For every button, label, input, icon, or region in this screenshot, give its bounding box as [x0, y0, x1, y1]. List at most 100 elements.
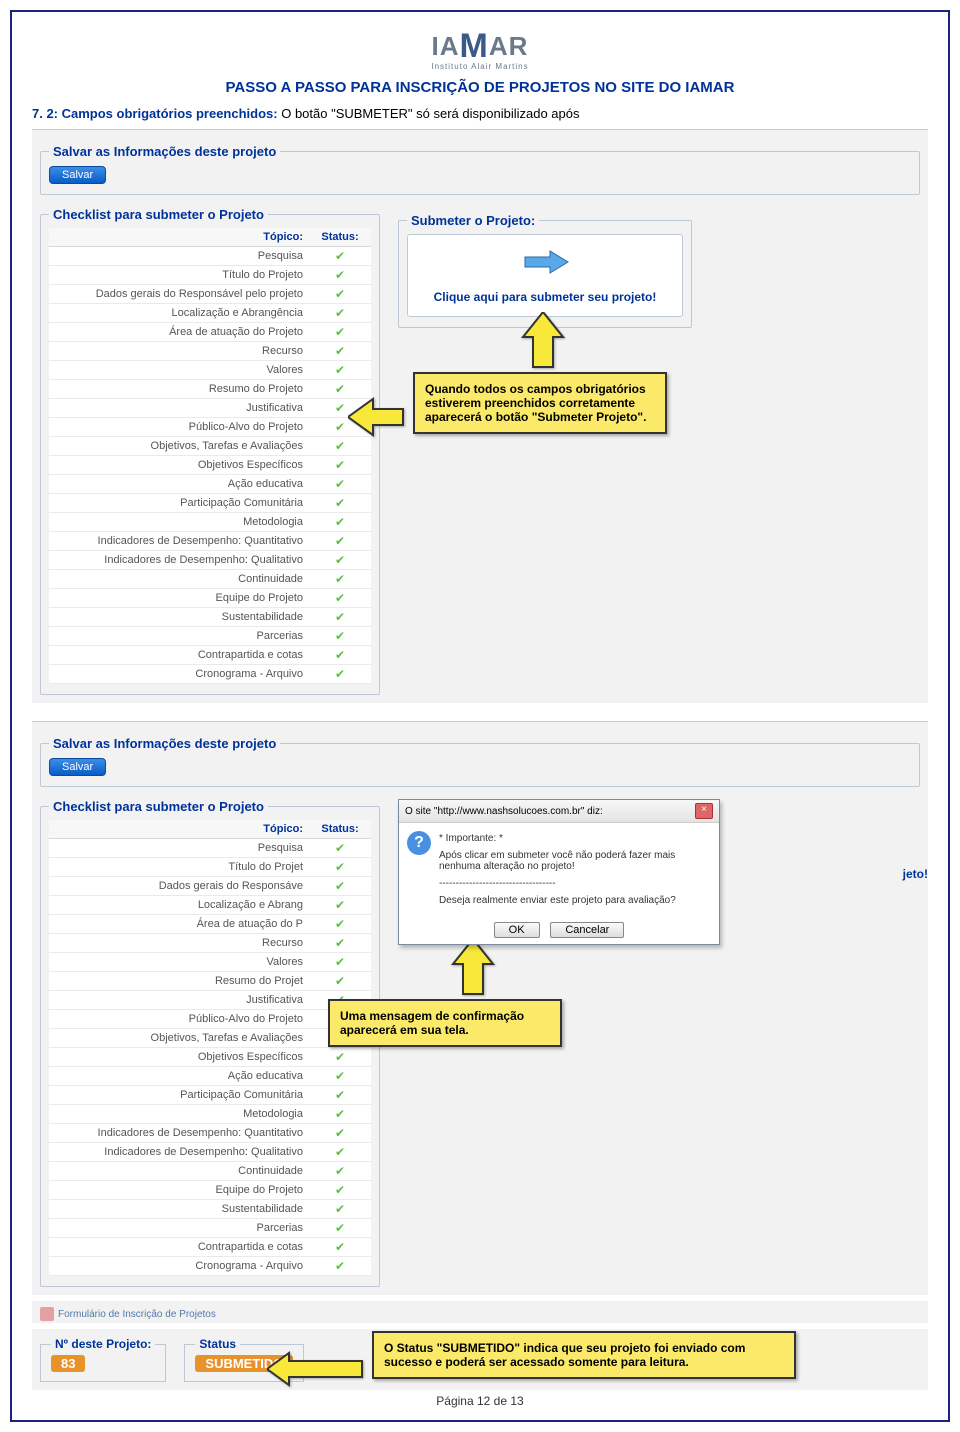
checklist-status-cell	[309, 304, 371, 323]
form-link[interactable]: Formulário de Inscrição de Projetos	[40, 1307, 920, 1321]
checklist-status-cell	[309, 915, 371, 934]
checklist-status-cell	[309, 475, 371, 494]
screenshot-2: Salvar as Informações deste projeto Salv…	[32, 721, 928, 1295]
dialog-close-button[interactable]: ×	[695, 803, 713, 819]
checklist-topic-cell: Objetivos, Tarefas e Avaliações	[49, 437, 309, 456]
check-icon	[335, 1242, 345, 1254]
checklist-topic-cell: Área de atuação do P	[49, 915, 309, 934]
callout-submeter: Quando todos os campos obrigatórios esti…	[413, 372, 667, 434]
checklist-topic-cell: Sustentabilidade	[49, 1200, 309, 1219]
check-icon	[335, 938, 345, 950]
checklist-topic-cell: Público-Alvo do Projeto	[49, 1010, 309, 1029]
table-row: Dados gerais do Responsáve	[49, 877, 371, 896]
page-frame: IAMAR Instituto Alair Martins PASSO A PA…	[10, 10, 950, 1422]
check-icon	[335, 1147, 345, 1159]
checklist-topic-cell: Resumo do Projeto	[49, 380, 309, 399]
check-icon	[335, 365, 345, 377]
check-icon	[335, 517, 345, 529]
check-icon	[335, 574, 345, 586]
check-icon	[335, 308, 345, 320]
check-icon	[335, 403, 345, 415]
table-row: Justificativa	[49, 399, 371, 418]
check-icon	[335, 976, 345, 988]
checklist-status-cell	[309, 285, 371, 304]
checklist-topic-cell: Título do Projet	[49, 858, 309, 877]
checklist-status-cell	[309, 1105, 371, 1124]
logo-text: IAMAR	[432, 27, 529, 66]
checklist-topic-cell: Continuidade	[49, 570, 309, 589]
logo-pre: IA	[432, 31, 460, 61]
table-row: Metodologia	[49, 513, 371, 532]
table-row: Localização e Abrang	[49, 896, 371, 915]
checklist-status-cell	[309, 380, 371, 399]
check-icon	[335, 1223, 345, 1235]
dialog-line1: * Importante: *	[439, 833, 709, 844]
checklist-topic-cell: Pesquisa	[49, 839, 309, 858]
table-row: Público-Alvo do Projeto	[49, 1010, 371, 1029]
check-icon	[335, 1052, 345, 1064]
section-subtitle: 7. 2: Campos obrigatórios preenchidos: O…	[32, 106, 928, 121]
checklist-status-cell	[309, 1048, 371, 1067]
check-icon	[335, 631, 345, 643]
checklist-status-cell	[309, 361, 371, 380]
checklist-status-cell	[309, 1200, 371, 1219]
table-row: Cronograma - Arquivo	[49, 1257, 371, 1276]
footer-strip: Nº deste Projeto: 83 Status SUBMETIDO O …	[32, 1329, 928, 1390]
salvar-button[interactable]: Salvar	[49, 166, 106, 184]
project-number-group: Nº deste Projeto: 83	[40, 1337, 166, 1382]
salvar-button-2[interactable]: Salvar	[49, 758, 106, 776]
table-row: Pesquisa	[49, 839, 371, 858]
table-row: Valores	[49, 361, 371, 380]
check-icon	[335, 612, 345, 624]
check-icon	[335, 1071, 345, 1083]
checklist-topic-cell: Parcerias	[49, 1219, 309, 1238]
table-row: Equipe do Projeto	[49, 1181, 371, 1200]
submit-arrow-icon	[520, 247, 570, 277]
checklist-status-cell	[309, 896, 371, 915]
checklist-status-cell	[309, 972, 371, 991]
dialog-ok-button[interactable]: OK	[494, 922, 540, 938]
check-icon	[335, 900, 345, 912]
checklist-status-cell	[309, 1257, 371, 1276]
check-icon	[335, 1128, 345, 1140]
checklist-status-cell	[309, 1143, 371, 1162]
table-row: Título do Projeto	[49, 266, 371, 285]
checklist-status-cell	[309, 570, 371, 589]
dialog-cancel-button[interactable]: Cancelar	[550, 922, 624, 938]
checklist-status-cell	[309, 1067, 371, 1086]
checklist-status-cell	[309, 551, 371, 570]
check-icon	[335, 650, 345, 662]
pointer-arrow-left-1	[348, 397, 408, 442]
checklist-topic-cell: Justificativa	[49, 399, 309, 418]
form-link-text: Formulário de Inscrição de Projetos	[58, 1309, 216, 1320]
table-row: Indicadores de Desempenho: Quantitativo	[49, 1124, 371, 1143]
check-icon	[335, 862, 345, 874]
checklist-status-cell	[309, 839, 371, 858]
check-icon	[335, 1204, 345, 1216]
salvar-group-2: Salvar as Informações deste projeto Salv…	[40, 736, 920, 787]
checklist-topic-cell: Dados gerais do Responsável pelo projeto	[49, 285, 309, 304]
checklist-status-cell	[309, 608, 371, 627]
check-icon	[335, 593, 345, 605]
checklist-table-1: Tópico: Status: PesquisaTítulo do Projet…	[49, 228, 371, 684]
check-icon	[335, 536, 345, 548]
checklist-topic-cell: Objetivos Específicos	[49, 1048, 309, 1067]
checklist-topic-cell: Resumo do Projet	[49, 972, 309, 991]
checklist-topic-cell: Metodologia	[49, 513, 309, 532]
dialog-sep: -----------------------------------	[439, 878, 709, 889]
checklist-topic-cell: Contrapartida e cotas	[49, 646, 309, 665]
table-row: Recurso	[49, 934, 371, 953]
submit-button[interactable]: Clique aqui para submeter seu projeto!	[407, 234, 683, 317]
table-row: Contrapartida e cotas	[49, 646, 371, 665]
dialog-title-text: O site "http://www.nashsolucoes.com.br" …	[405, 806, 603, 817]
check-icon	[335, 422, 345, 434]
check-icon	[335, 270, 345, 282]
table-row: Objetivos Específicos	[49, 1048, 371, 1067]
check-icon	[335, 1185, 345, 1197]
checklist-status-cell	[309, 589, 371, 608]
table-row: Contrapartida e cotas	[49, 1238, 371, 1257]
submit-caption: Clique aqui para submeter seu projeto!	[420, 290, 670, 304]
check-icon	[335, 1261, 345, 1273]
check-icon	[335, 669, 345, 681]
checklist-status-cell	[309, 646, 371, 665]
